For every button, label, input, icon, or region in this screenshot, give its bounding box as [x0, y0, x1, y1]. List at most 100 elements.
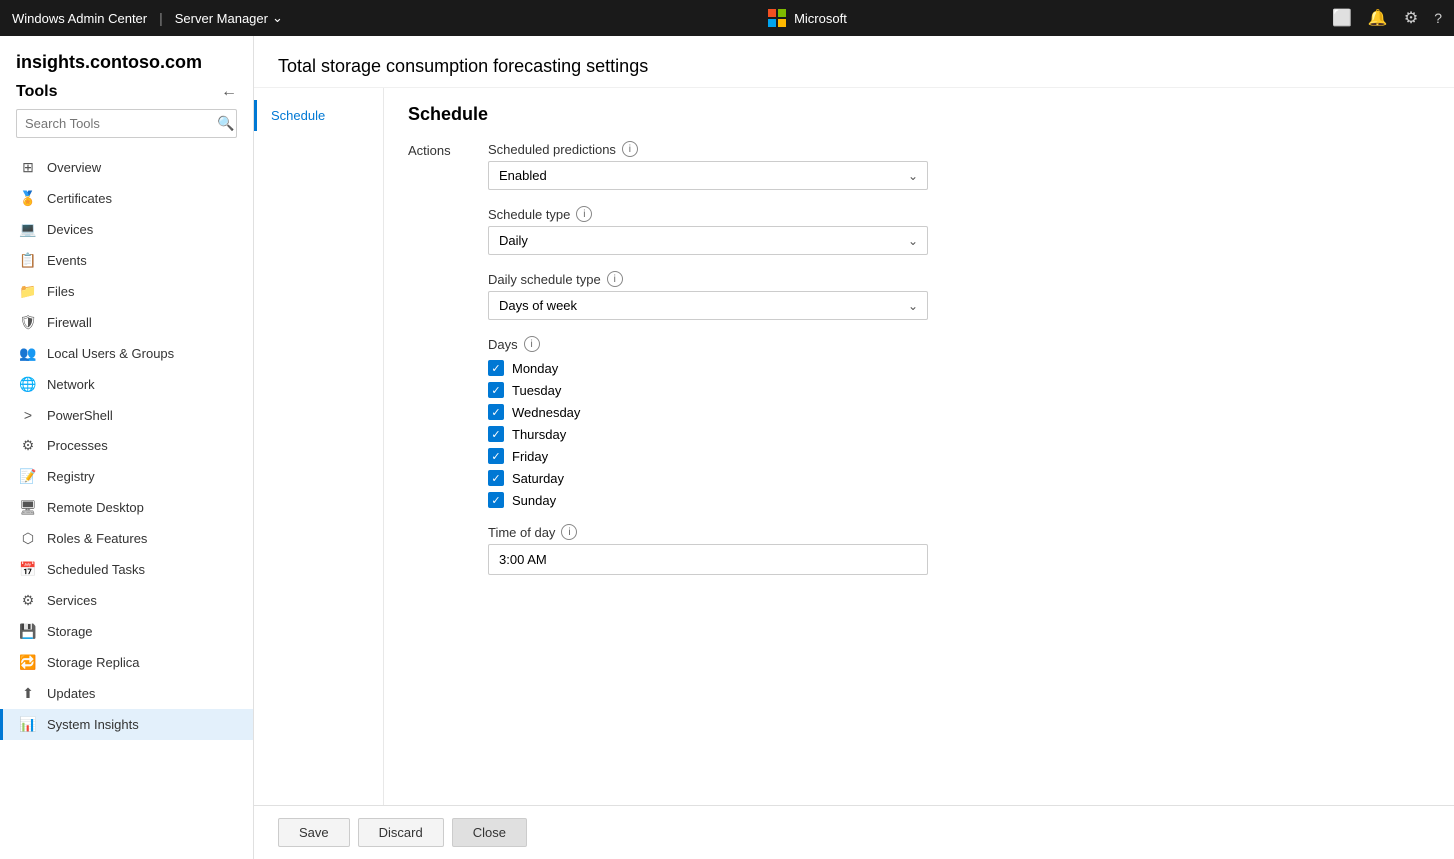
nav-icon-remote-desktop: 🖥	[19, 499, 37, 516]
day-label-thursday: Thursday	[512, 427, 566, 442]
nav-icon-updates: ⬆	[19, 685, 37, 702]
scheduled-predictions-select-wrapper: EnabledDisabled ⌄	[488, 161, 928, 190]
day-item-sunday: ✓ Sunday	[488, 492, 1430, 508]
time-of-day-info-icon: i	[561, 524, 577, 540]
sidebar-item-scheduled-tasks[interactable]: 📅Scheduled Tasks	[0, 554, 253, 585]
nav-icon-devices: 💻	[19, 221, 37, 238]
nav-icon-network: 🌐	[19, 376, 37, 393]
scheduled-predictions-select[interactable]: EnabledDisabled	[488, 161, 928, 190]
sidebar-item-certificates[interactable]: 🏅 Certificates	[0, 183, 253, 214]
sidebar-search[interactable]: 🔍	[16, 109, 237, 138]
days-group: Days i ✓ Monday ✓ Tuesday ✓ Wednesday ✓ …	[488, 336, 1430, 508]
nav-icon-storage: 💾	[19, 623, 37, 640]
close-button[interactable]: Close	[452, 818, 527, 847]
day-checkbox-monday[interactable]: ✓	[488, 360, 504, 376]
nav-label-roles-features: Roles & Features	[47, 531, 147, 546]
nav-icon-local-users-groups: 👥	[19, 345, 37, 362]
sidebar-header: insights.contoso.com Tools ← 🔍	[0, 36, 253, 152]
time-input-wrapper	[488, 544, 928, 575]
sidebar-item-processes[interactable]: ⚙Processes	[0, 430, 253, 461]
form-area: Schedule Actions Scheduled predictions i	[384, 88, 1454, 805]
content-nav-item-schedule[interactable]: Schedule	[254, 100, 383, 131]
day-checkbox-friday[interactable]: ✓	[488, 448, 504, 464]
sidebar-item-overview[interactable]: ⊞Overview	[0, 152, 253, 183]
sidebar-item-remote-desktop[interactable]: 🖥Remote Desktop	[0, 492, 253, 523]
sidebar-tools-row: Tools ←	[16, 83, 237, 101]
content-sidenav: Schedule	[254, 88, 384, 805]
microsoft-logo	[768, 9, 786, 27]
schedule-type-select[interactable]: DailyWeeklyMonthly	[488, 226, 928, 255]
sidebar-item-local-users-groups[interactable]: 👥Local Users & Groups	[0, 338, 253, 369]
discard-button[interactable]: Discard	[358, 818, 444, 847]
sidebar-item-devices[interactable]: 💻Devices	[0, 214, 253, 245]
sidebar: insights.contoso.com Tools ← 🔍 ⊞Overview…	[0, 36, 254, 859]
day-item-thursday: ✓ Thursday	[488, 426, 1430, 442]
sidebar-item-network[interactable]: 🌐Network	[0, 369, 253, 400]
nav-label-processes: Processes	[47, 438, 108, 453]
nav-icon-storage-replica: 🔁	[19, 654, 37, 671]
actions-row: Actions Scheduled predictions i EnabledD…	[408, 141, 1430, 591]
sidebar-item-roles-features[interactable]: ⬡Roles & Features	[0, 523, 253, 554]
save-button[interactable]: Save	[278, 818, 350, 847]
days-label: Days i	[488, 336, 1430, 352]
nav-icon-overview: ⊞	[19, 159, 37, 176]
day-item-friday: ✓ Friday	[488, 448, 1430, 464]
day-checkbox-sunday[interactable]: ✓	[488, 492, 504, 508]
day-label-tuesday: Tuesday	[512, 383, 561, 398]
nav-label-storage: Storage	[47, 624, 93, 639]
form-footer: Save Discard Close	[254, 805, 1454, 859]
display-icon[interactable]: ⬜	[1332, 8, 1352, 28]
search-button[interactable]: 🔍	[209, 110, 237, 137]
nav-label-certificates: Certificates	[47, 191, 112, 206]
sidebar-item-storage[interactable]: 💾 Storage	[0, 616, 253, 647]
content-body: Schedule Schedule Actions Scheduled pred…	[254, 88, 1454, 805]
sidebar-item-storage-replica[interactable]: 🔁Storage Replica	[0, 647, 253, 678]
schedule-type-label: Schedule type i	[488, 206, 928, 222]
app-title: Windows Admin Center	[12, 11, 147, 26]
gear-icon[interactable]: ⚙	[1404, 8, 1418, 28]
daily-schedule-type-select-wrapper: Days of weekEvery dayWeekdays ⌄	[488, 291, 928, 320]
nav-label-scheduled-tasks: Scheduled Tasks	[47, 562, 145, 577]
day-checkbox-saturday[interactable]: ✓	[488, 470, 504, 486]
topbar: Windows Admin Center | Server Manager ⌄ …	[0, 0, 1454, 36]
sidebar-item-events[interactable]: 📋Events	[0, 245, 253, 276]
sidebar-item-system-insights[interactable]: 📊System Insights	[0, 709, 253, 740]
nav-label-firewall: Firewall	[47, 315, 92, 330]
schedule-type-info-icon: i	[576, 206, 592, 222]
topbar-separator: |	[159, 10, 163, 26]
tools-label: Tools	[16, 83, 57, 101]
day-item-tuesday: ✓ Tuesday	[488, 382, 1430, 398]
schedule-type-select-wrapper: DailyWeeklyMonthly ⌄	[488, 226, 928, 255]
bell-icon[interactable]: 🔔	[1368, 8, 1388, 28]
nav-label-powershell: PowerShell	[47, 408, 113, 423]
time-of-day-input[interactable]	[488, 544, 928, 575]
nav-icon-files: 📁	[19, 283, 37, 300]
nav-label-system-insights: System Insights	[47, 717, 139, 732]
sidebar-item-updates[interactable]: ⬆ Updates	[0, 678, 253, 709]
day-checkbox-tuesday[interactable]: ✓	[488, 382, 504, 398]
sidebar-item-files[interactable]: 📁 Files	[0, 276, 253, 307]
sidebar-close-button[interactable]: ←	[221, 83, 237, 101]
topbar-left: Windows Admin Center | Server Manager ⌄	[12, 10, 283, 26]
scheduled-predictions-group: Scheduled predictions i EnabledDisabled …	[488, 141, 928, 190]
schedule-section-title: Schedule	[408, 104, 1430, 125]
daily-schedule-type-select[interactable]: Days of weekEvery dayWeekdays	[488, 291, 928, 320]
scheduled-predictions-info-icon: i	[622, 141, 638, 157]
time-of-day-label: Time of day i	[488, 524, 928, 540]
sidebar-item-registry[interactable]: 📝Registry	[0, 461, 253, 492]
help-icon[interactable]: ?	[1434, 10, 1442, 26]
search-input[interactable]	[17, 111, 209, 136]
server-manager-button[interactable]: Server Manager ⌄	[175, 10, 283, 26]
nav-icon-certificates: 🏅	[19, 190, 37, 207]
sidebar-item-services[interactable]: ⚙Services	[0, 585, 253, 616]
sidebar-item-powershell[interactable]: >PowerShell	[0, 400, 253, 430]
nav-label-files: Files	[47, 284, 74, 299]
sidebar-item-firewall[interactable]: 🛡Firewall	[0, 307, 253, 338]
daily-schedule-type-group: Daily schedule type i Days of weekEvery …	[488, 271, 928, 320]
day-checkbox-thursday[interactable]: ✓	[488, 426, 504, 442]
day-checkbox-wednesday[interactable]: ✓	[488, 404, 504, 420]
server-name: insights.contoso.com	[16, 52, 237, 73]
nav-label-updates: Updates	[47, 686, 95, 701]
schedule-type-group: Schedule type i DailyWeeklyMonthly ⌄	[488, 206, 928, 255]
days-list: ✓ Monday ✓ Tuesday ✓ Wednesday ✓ Thursda…	[488, 360, 1430, 508]
